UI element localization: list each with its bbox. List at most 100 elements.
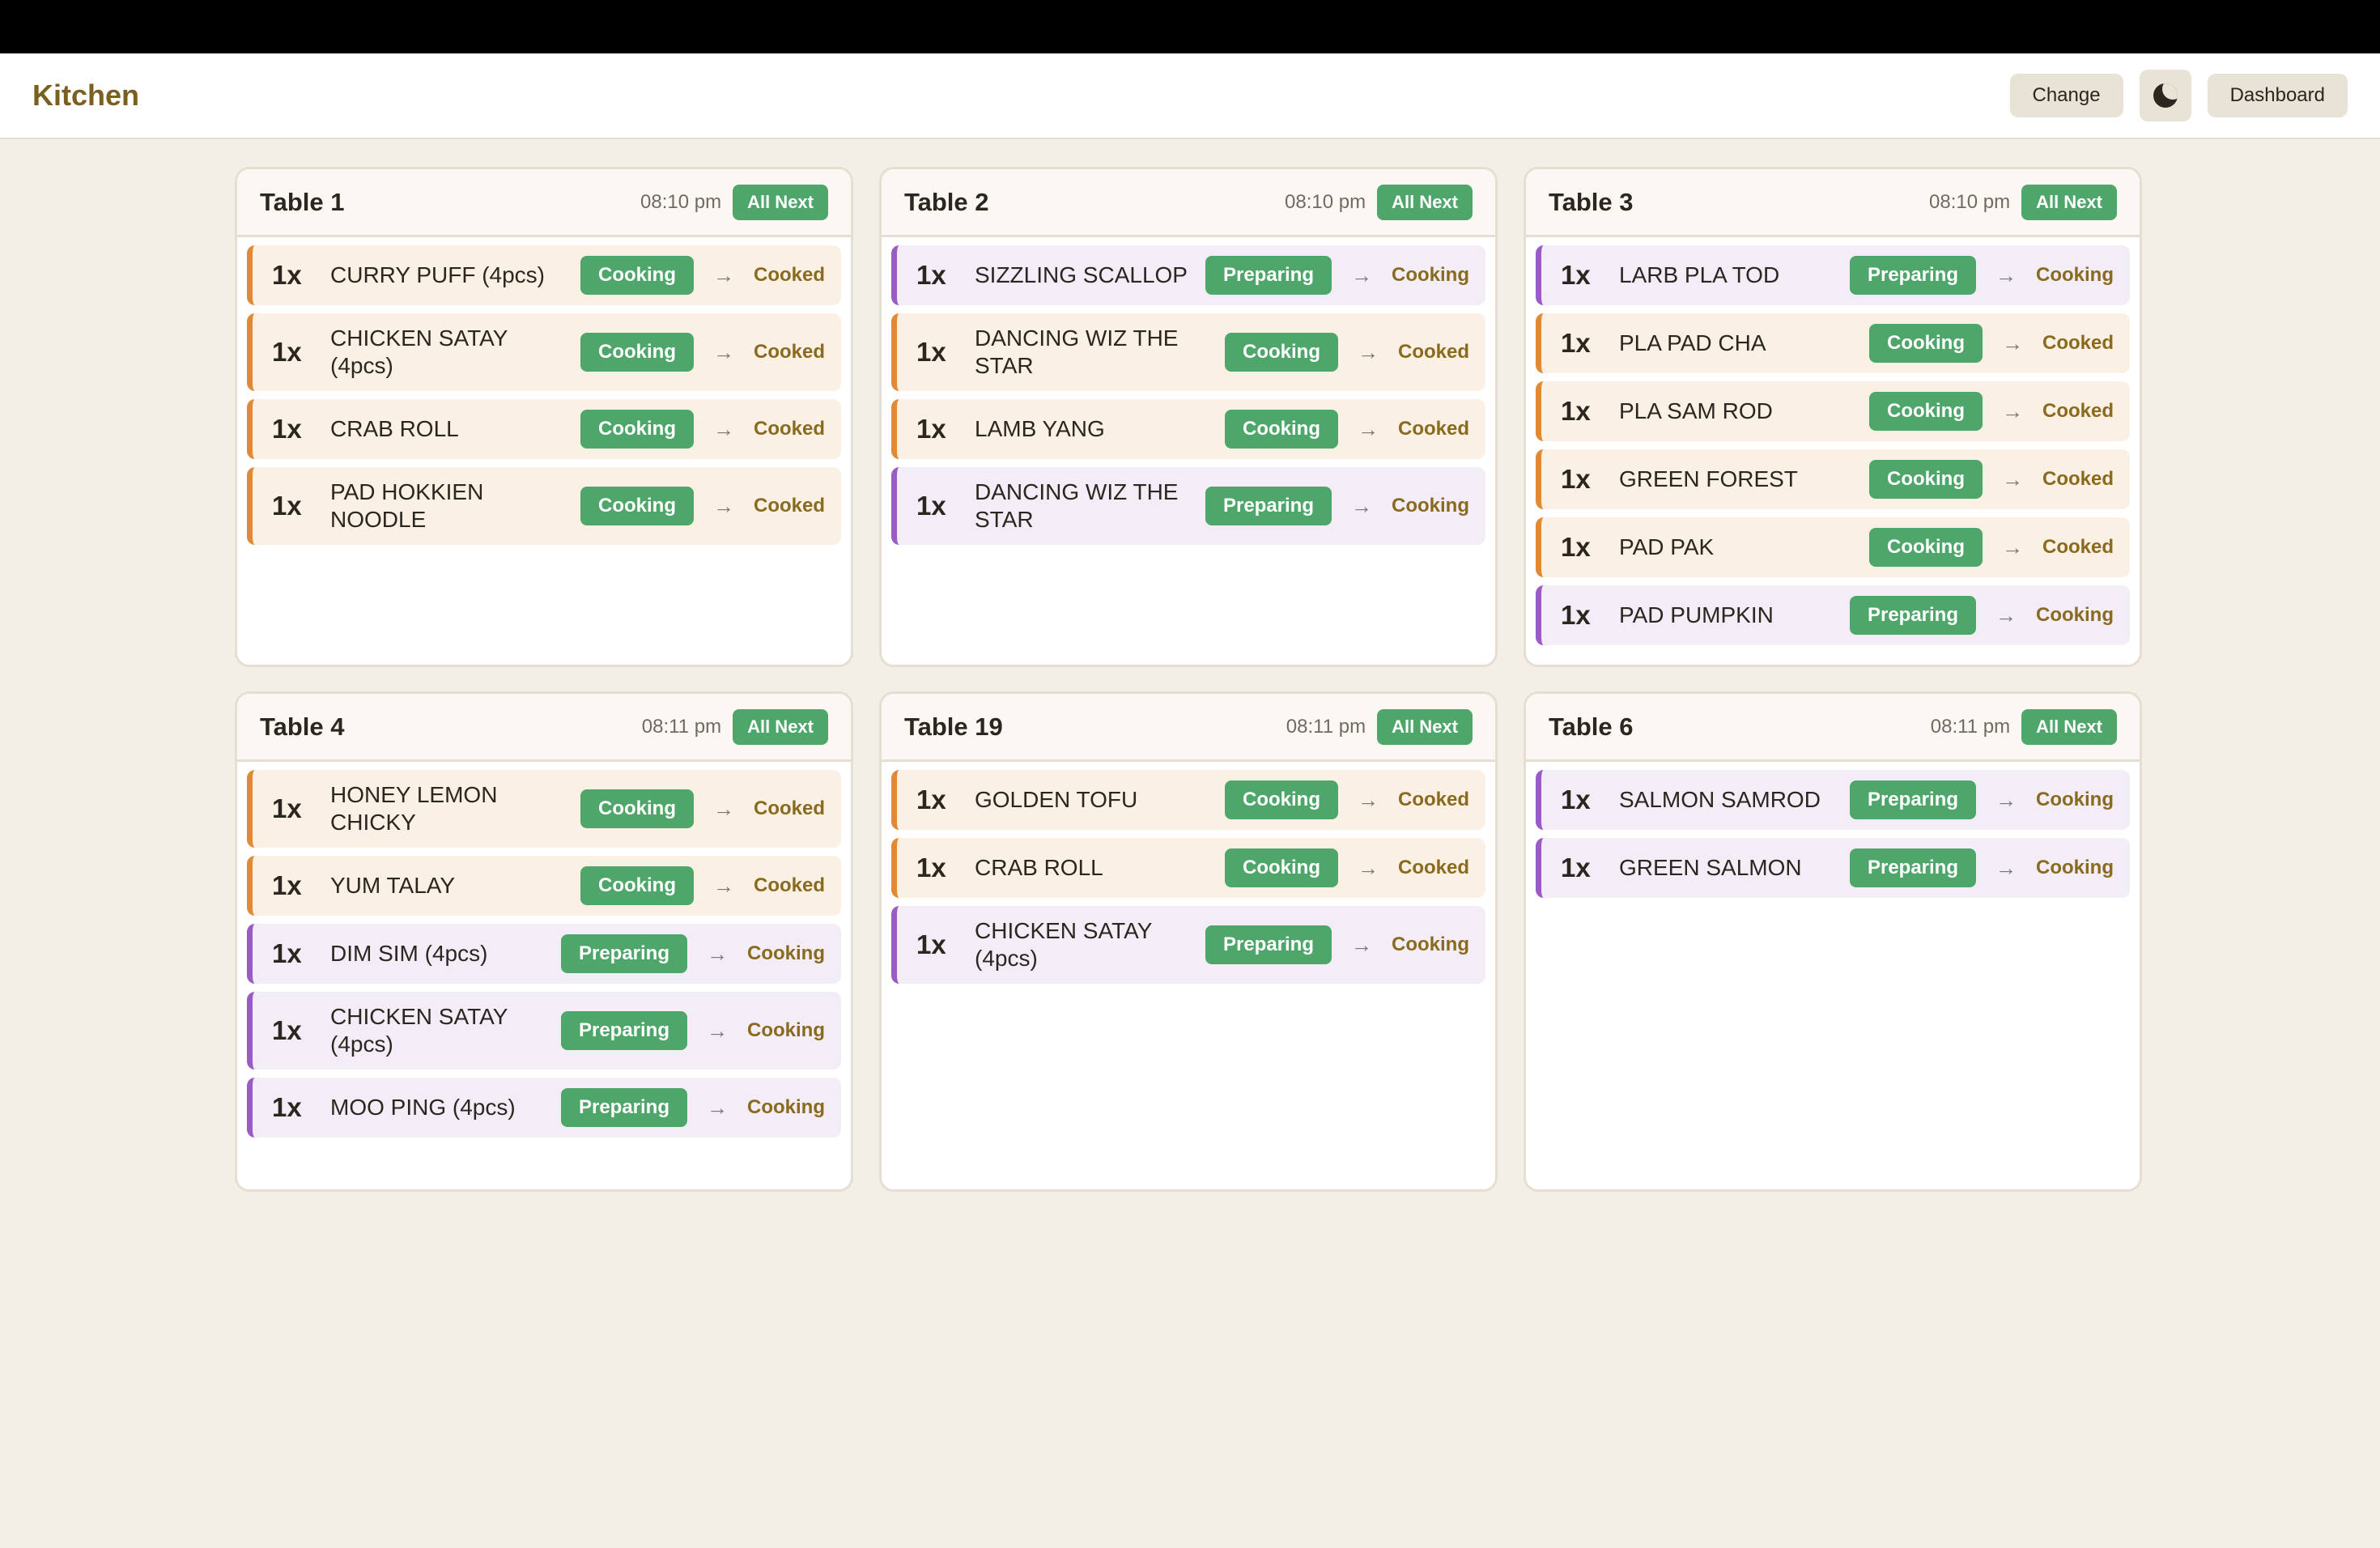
item-status-button[interactable]: Cooking — [1224, 410, 1338, 449]
arrow-right-icon: → — [1995, 855, 2017, 880]
next-status-label: Cooking — [1392, 933, 1469, 955]
item-name: DANCING WIZ THE STAR — [975, 325, 1179, 378]
item-status-button[interactable]: Preparing — [1849, 848, 1976, 887]
order-item: 1x GREEN FOREST Cooking → Cooked — [1536, 449, 2130, 509]
order-item-list: 1x SIZZLING SCALLOP Preparing → Cooking 1x DAN… — [882, 237, 1495, 553]
dashboard-button[interactable]: Dashboard — [2207, 74, 2348, 117]
item-quantity: 1x — [272, 414, 302, 444]
order-time: 08:10 pm — [1285, 190, 1366, 213]
table-card-header: Table 6 08:11 pm All Next — [1526, 694, 2140, 762]
order-item: 1x DIM SIM (4pcs) Preparing → Cooking — [247, 924, 841, 984]
arrow-right-icon: → — [707, 1018, 728, 1043]
item-status-button[interactable]: Preparing — [1849, 596, 1976, 635]
table-meta: 08:10 pm All Next — [1285, 184, 1473, 220]
arrow-right-icon: → — [2001, 398, 2023, 423]
next-status-label: Cooking — [1392, 495, 1469, 517]
item-quantity: 1x — [272, 1092, 302, 1122]
all-next-button[interactable]: All Next — [733, 184, 828, 220]
item-quantity: 1x — [1561, 328, 1591, 358]
all-next-button[interactable]: All Next — [1377, 708, 1473, 745]
item-name: CRAB ROLL — [330, 416, 459, 441]
all-next-button[interactable]: All Next — [733, 708, 828, 745]
table-card: Table 1 08:10 pm All Next 1x CURRY PUFF (4pc… — [235, 167, 853, 667]
item-name: CHICKEN SATAY (4pcs) — [330, 325, 508, 378]
table-name: Table 3 — [1549, 187, 1634, 216]
arrow-right-icon: → — [2001, 534, 2023, 559]
item-status-button[interactable]: Preparing — [560, 1088, 687, 1127]
arrow-right-icon: → — [1351, 932, 1372, 957]
table-meta: 08:11 pm All Next — [642, 708, 828, 745]
theme-toggle-button[interactable] — [2139, 70, 2191, 121]
item-status-button[interactable]: Preparing — [1849, 780, 1976, 819]
order-item: 1x YUM TALAY Cooking → Cooked — [247, 856, 841, 916]
item-status-button[interactable]: Cooking — [1868, 528, 1983, 567]
order-item: 1x SALMON SAMROD Preparing → Cooking — [1536, 770, 2130, 830]
item-status-button[interactable]: Cooking — [580, 866, 694, 905]
item-quantity: 1x — [916, 785, 946, 814]
table-name: Table 2 — [904, 187, 989, 216]
item-quantity: 1x — [916, 853, 946, 882]
next-status-label: Cooking — [747, 1096, 825, 1118]
all-next-button[interactable]: All Next — [2021, 708, 2117, 745]
table-meta: 08:11 pm All Next — [1286, 708, 1473, 745]
order-item: 1x LARB PLA TOD Preparing → Cooking — [1536, 245, 2130, 305]
order-item: 1x CHICKEN SATAY (4pcs) Preparing → Cooking — [891, 906, 1485, 984]
table-card: Table 19 08:11 pm All Next 1x GOLDEN TOFU Coo… — [879, 691, 1498, 1192]
table-card-header: Table 2 08:10 pm All Next — [882, 169, 1495, 237]
item-status-button[interactable]: Cooking — [580, 333, 694, 372]
order-item: 1x PAD PUMPKIN Preparing → Cooking — [1536, 585, 2130, 645]
item-status-button[interactable]: Preparing — [1205, 925, 1332, 964]
arrow-right-icon: → — [712, 416, 734, 441]
order-grid: Table 1 08:10 pm All Next 1x CURRY PUFF (4pc… — [235, 167, 2142, 1192]
item-quantity: 1x — [272, 260, 302, 290]
item-name: MOO PING (4pcs) — [330, 1095, 516, 1120]
item-status-button[interactable]: Cooking — [1224, 780, 1338, 819]
order-item-list: 1x GOLDEN TOFU Cooking → Cooked 1x CRAB ROLL Co… — [882, 762, 1495, 992]
item-quantity: 1x — [916, 929, 946, 959]
arrow-right-icon: → — [712, 493, 734, 518]
item-status-button[interactable]: Preparing — [1205, 487, 1332, 525]
table-card-header: Table 19 08:11 pm All Next — [882, 694, 1495, 762]
item-name: GREEN FOREST — [1619, 466, 1798, 491]
next-status-label: Cooked — [2042, 400, 2114, 422]
item-status-button[interactable]: Cooking — [1868, 324, 1983, 363]
item-quantity: 1x — [1561, 600, 1591, 630]
arrow-right-icon: → — [1357, 339, 1379, 364]
next-status-label: Cooked — [753, 495, 825, 517]
order-item: 1x CHICKEN SATAY (4pcs) Preparing → Cooking — [247, 992, 841, 1070]
order-time: 08:10 pm — [640, 190, 722, 213]
next-status-label: Cooking — [2036, 789, 2114, 810]
item-status-button[interactable]: Cooking — [580, 487, 694, 525]
item-quantity: 1x — [1561, 853, 1591, 882]
change-button[interactable]: Change — [2009, 74, 2123, 117]
item-status-button[interactable]: Preparing — [1205, 256, 1332, 295]
table-meta: 08:11 pm All Next — [1931, 708, 2117, 745]
next-status-label: Cooked — [753, 418, 825, 440]
item-status-button[interactable]: Cooking — [1868, 460, 1983, 499]
app-header: Kitchen Change Dashboard — [0, 53, 2380, 139]
item-quantity: 1x — [1561, 785, 1591, 814]
next-status-label: Cooked — [1397, 341, 1469, 363]
order-item: 1x MOO PING (4pcs) Preparing → Cooking — [247, 1078, 841, 1138]
order-item: 1x DANCING WIZ THE STAR Preparing → Cooking — [891, 467, 1485, 545]
item-status-button[interactable]: Preparing — [560, 934, 687, 973]
next-status-label: Cooked — [1397, 789, 1469, 810]
next-status-label: Cooked — [1397, 857, 1469, 878]
item-name: DIM SIM (4pcs) — [330, 941, 488, 966]
item-status-button[interactable]: Preparing — [1849, 256, 1976, 295]
item-status-button[interactable]: Cooking — [1868, 392, 1983, 431]
item-status-button[interactable]: Cooking — [580, 789, 694, 828]
item-name: DANCING WIZ THE STAR — [975, 479, 1179, 532]
arrow-right-icon: → — [712, 873, 734, 898]
item-status-button[interactable]: Preparing — [560, 1011, 687, 1050]
all-next-button[interactable]: All Next — [2021, 184, 2117, 220]
all-next-button[interactable]: All Next — [1377, 184, 1473, 220]
item-status-button[interactable]: Cooking — [1224, 333, 1338, 372]
item-name: LARB PLA TOD — [1619, 262, 1780, 287]
item-quantity: 1x — [1561, 260, 1591, 290]
next-status-label: Cooked — [2042, 536, 2114, 558]
table-name: Table 6 — [1549, 712, 1634, 741]
item-status-button[interactable]: Cooking — [580, 410, 694, 449]
item-status-button[interactable]: Cooking — [580, 256, 694, 295]
item-status-button[interactable]: Cooking — [1224, 848, 1338, 887]
